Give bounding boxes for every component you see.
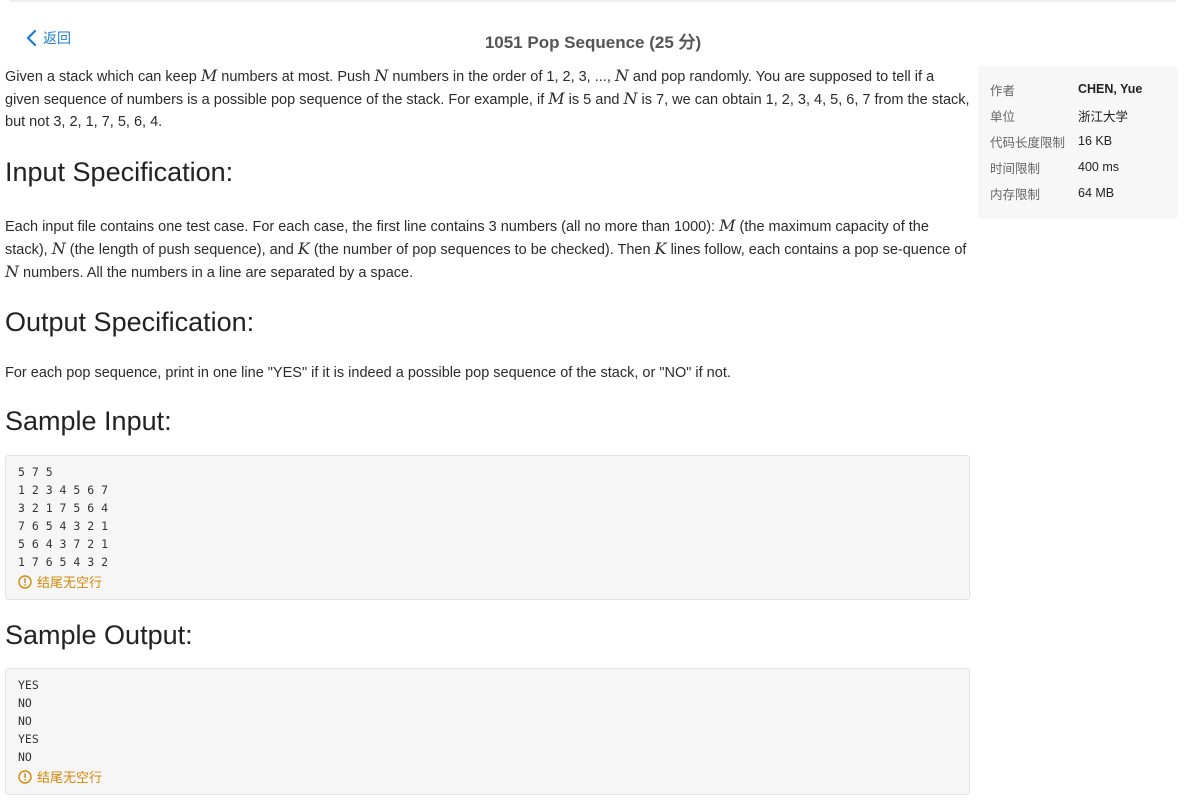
warning-circle-icon xyxy=(18,574,32,589)
info-row-time-limit: 时间限制 400 ms xyxy=(990,154,1166,180)
sample-output-box[interactable]: YES NO NO YES NO 结尾无空行 xyxy=(5,668,970,795)
info-row-code-size-limit: 代码长度限制 16 KB xyxy=(990,128,1166,154)
no-trailing-label: 结尾无空行 xyxy=(37,575,103,590)
info-row-memory-limit: 内存限制 64 MB xyxy=(990,180,1166,206)
output-spec-heading: Output Specification: xyxy=(5,307,255,337)
info-key: 内存限制 xyxy=(990,187,1041,202)
info-row-organization: 单位 浙江大学 xyxy=(990,102,1166,128)
info-key: 单位 xyxy=(990,109,1016,124)
header: 返回 1051 Pop Sequence (25 分) xyxy=(0,22,1186,56)
input-spec-heading: Input Specification: xyxy=(5,157,234,187)
sample-input-box[interactable]: 5 7 5 1 2 3 4 5 6 7 3 2 1 7 5 6 4 7 6 5 … xyxy=(5,455,970,600)
info-key: 时间限制 xyxy=(990,161,1041,176)
info-key: 作者 xyxy=(990,83,1016,98)
info-value: 浙江大学 xyxy=(1078,109,1129,124)
no-trailing-notice: 结尾无空行 xyxy=(18,572,957,591)
info-value: 16 KB xyxy=(1078,134,1113,148)
problem-description: Given a stack which can keep M numbers a… xyxy=(5,66,970,130)
no-trailing-notice: 结尾无空行 xyxy=(18,767,957,786)
no-trailing-label: 结尾无空行 xyxy=(37,770,103,785)
info-value: 400 ms xyxy=(1078,160,1119,174)
problem-content: Given a stack which can keep M numbers a… xyxy=(5,65,970,795)
info-key: 代码长度限制 xyxy=(990,135,1066,150)
sample-output-heading: Sample Output: xyxy=(5,620,193,650)
sample-input-code[interactable]: 5 7 5 1 2 3 4 5 6 7 3 2 1 7 5 6 4 7 6 5 … xyxy=(18,463,957,571)
info-value: CHEN, Yue xyxy=(1078,82,1143,96)
input-spec-text: Each input file contains one test case. … xyxy=(5,216,967,281)
info-value: 64 MB xyxy=(1078,186,1115,200)
top-divider xyxy=(10,0,1176,2)
sample-input-heading: Sample Input: xyxy=(5,406,172,436)
problem-info-panel: 作者 CHEN, Yue 单位 浙江大学 代码长度限制 16 KB 时间限制 4… xyxy=(978,66,1178,219)
page-title: 1051 Pop Sequence (25 分) xyxy=(484,33,702,52)
warning-circle-icon xyxy=(18,769,32,784)
sample-output-code[interactable]: YES NO NO YES NO xyxy=(18,676,957,766)
info-row-author: 作者 CHEN, Yue xyxy=(990,76,1166,102)
output-spec-text: For each pop sequence, print in one line… xyxy=(5,365,731,381)
